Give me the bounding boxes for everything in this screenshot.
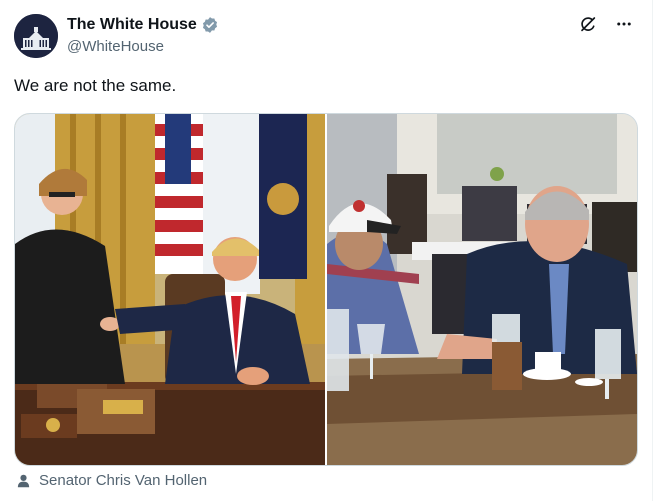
author-display-name[interactable]: The White House bbox=[67, 16, 197, 34]
author-handle[interactable]: @WhiteHouse bbox=[67, 38, 219, 55]
white-house-avatar[interactable] bbox=[14, 14, 58, 58]
white-house-avatar-icon bbox=[14, 14, 58, 58]
tweet-text: We are not the same. bbox=[14, 76, 177, 95]
oval-office-photo[interactable] bbox=[15, 114, 325, 465]
timeline-divider bbox=[652, 0, 653, 501]
grok-icon[interactable] bbox=[578, 14, 598, 34]
tagged-person[interactable]: Senator Chris Van Hollen bbox=[16, 472, 207, 489]
more-options-icon[interactable] bbox=[614, 14, 634, 34]
restaurant-meeting-photo[interactable] bbox=[327, 114, 637, 465]
header-actions bbox=[578, 14, 634, 34]
person-icon bbox=[16, 473, 32, 489]
verified-badge-icon[interactable] bbox=[201, 16, 219, 34]
media-grid bbox=[14, 113, 638, 466]
author-block: The White House @WhiteHouse bbox=[67, 15, 219, 55]
tagged-person-label[interactable]: Senator Chris Van Hollen bbox=[39, 472, 207, 489]
tweet-card[interactable]: The White House @WhiteHouse We are not t… bbox=[0, 0, 652, 501]
